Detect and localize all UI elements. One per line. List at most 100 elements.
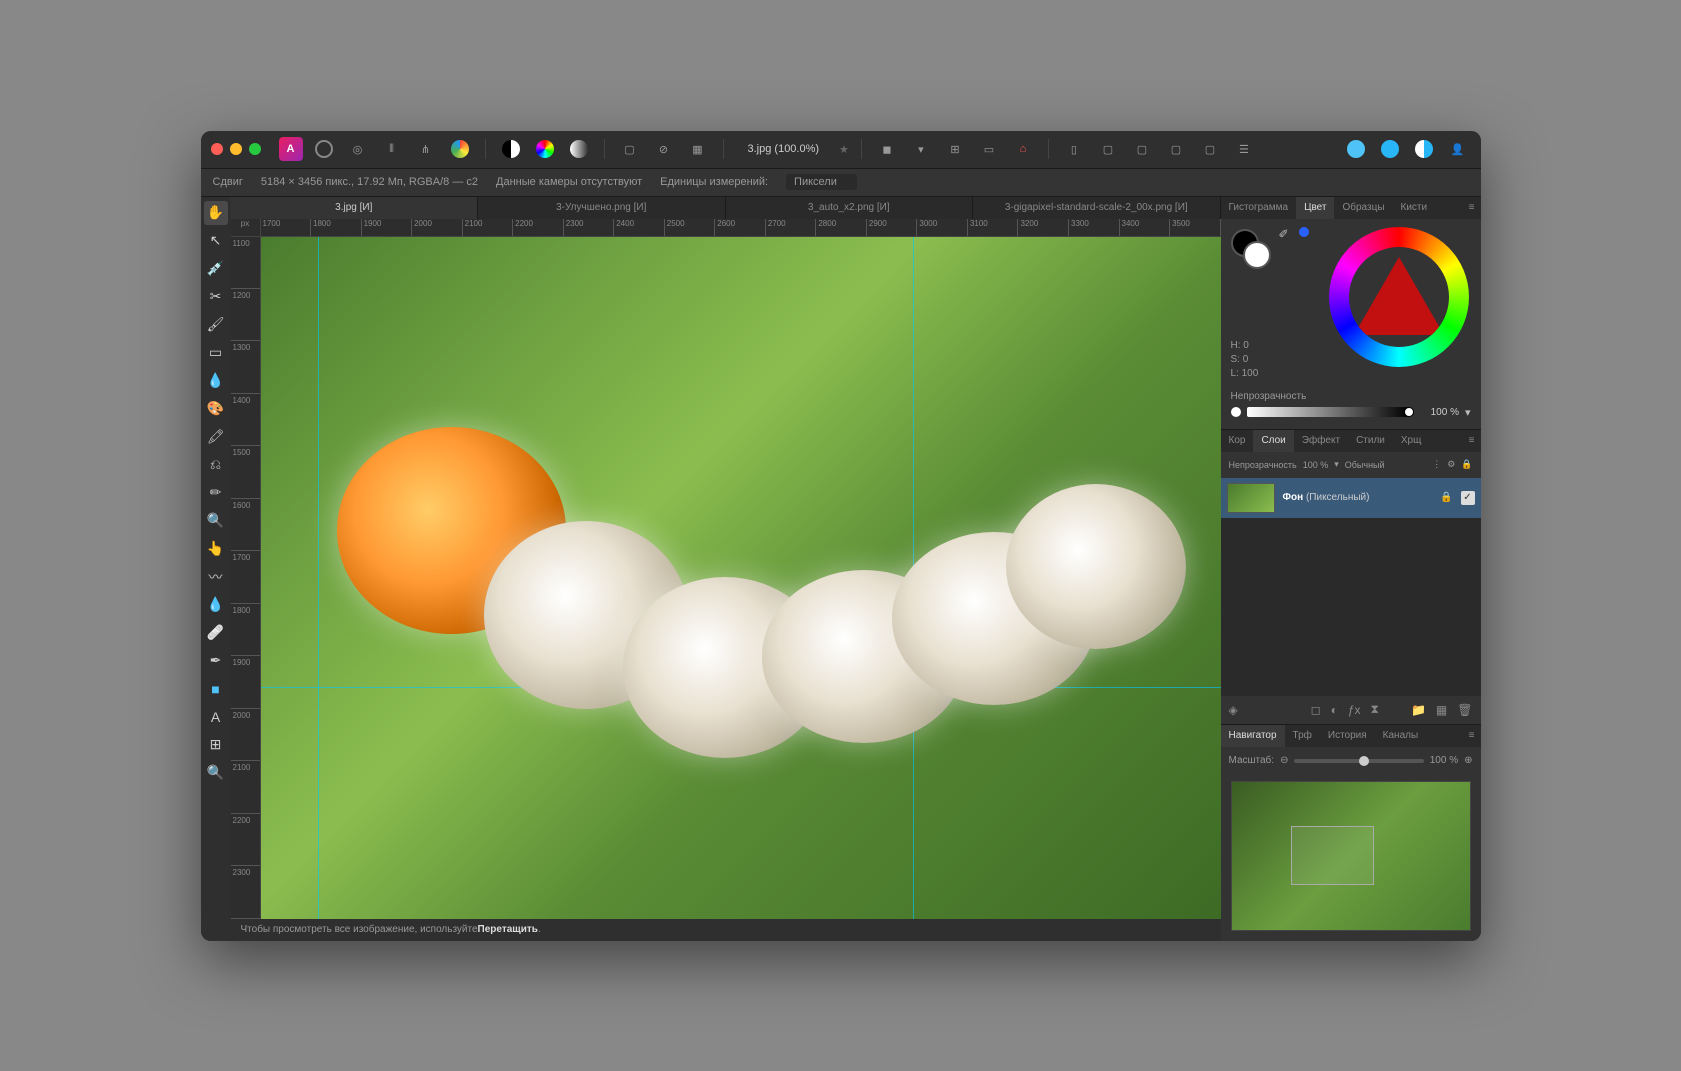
minimize-window-button[interactable] [230, 143, 242, 155]
maximize-window-button[interactable] [249, 143, 261, 155]
arrange-front-icon[interactable]: ▢ [1197, 136, 1223, 162]
tab-channels[interactable]: Каналы [1375, 725, 1427, 747]
panel-menu-icon[interactable]: ≡ [1469, 730, 1475, 741]
zoom-out-button[interactable]: ⊖ [1280, 755, 1288, 766]
adjustment-icon[interactable]: ◐ [1331, 703, 1338, 717]
zoom-tool[interactable]: 🔍 [204, 509, 228, 533]
foreground-color-swatch[interactable] [1243, 241, 1271, 269]
persona-photo-button[interactable] [311, 136, 337, 162]
delete-layer-icon[interactable]: 🗑 [1457, 703, 1472, 717]
quick-mask-toggle[interactable]: ◼ [874, 136, 900, 162]
text-tool[interactable]: A [204, 705, 228, 729]
arrange-forward-icon[interactable]: ▢ [1163, 136, 1189, 162]
document-tab[interactable]: 3.jpg [И] [231, 197, 479, 219]
lock-icon[interactable]: 🔒 [1461, 459, 1472, 470]
clone-brush-tool[interactable]: ⎌ [204, 453, 228, 477]
color-wheel[interactable] [1329, 227, 1469, 367]
panel-menu-icon[interactable]: ≡ [1469, 435, 1475, 446]
vertical-ruler[interactable]: 1100120013001400150016001700180019002000… [231, 237, 261, 919]
layer-name[interactable]: Фон (Пиксельный) [1283, 492, 1370, 503]
tab-navigator[interactable]: Навигатор [1221, 725, 1285, 747]
canvas[interactable] [261, 237, 1221, 919]
layer-blend-icon[interactable]: ◈ [1229, 703, 1238, 717]
eyedropper-icon[interactable]: ✐ [1279, 227, 1289, 241]
arrange-backward-icon[interactable]: ▢ [1129, 136, 1155, 162]
magnet-icon[interactable]: ⌂ [1010, 136, 1036, 162]
gradient-icon[interactable] [566, 136, 592, 162]
magnifier-tool[interactable]: 🔍 [204, 761, 228, 785]
account-icon[interactable] [1411, 136, 1437, 162]
navigator-thumbnail[interactable] [1231, 781, 1471, 931]
add-pixel-layer-icon[interactable]: ▦ [1436, 703, 1447, 717]
tab-transform[interactable]: Трф [1285, 725, 1320, 747]
paint-brush-tool[interactable]: 🎨 [204, 397, 228, 421]
persona-develop-button[interactable]: ⦀ [379, 136, 405, 162]
opacity-slider[interactable] [1247, 407, 1409, 417]
selection-icon[interactable]: ▢ [617, 136, 643, 162]
document-tab[interactable]: 3-Улучшено.png [И] [478, 197, 726, 219]
flood-select-tool[interactable]: 💧 [204, 369, 228, 393]
tab-effects[interactable]: Эффект [1294, 430, 1348, 452]
opacity-dropdown-icon[interactable]: ▾ [1465, 406, 1471, 419]
contrast-icon[interactable] [498, 136, 524, 162]
tab-layers[interactable]: Слои [1253, 430, 1293, 452]
grid-icon[interactable]: ⊞ [942, 136, 968, 162]
tab-history[interactable]: История [1320, 725, 1375, 747]
blend-options-icon[interactable]: ⋮ [1432, 459, 1441, 470]
units-select[interactable]: Пиксели [786, 174, 857, 190]
rectangle-tool[interactable]: ■ [204, 677, 228, 701]
layer-lock-icon[interactable]: 🔒 [1440, 492, 1452, 503]
assistant-icon[interactable] [1343, 136, 1369, 162]
mask-icon[interactable]: ◻ [1311, 703, 1321, 717]
persona-tonemap-button[interactable]: ⋔ [413, 136, 439, 162]
arrange-back-icon[interactable]: ▢ [1095, 136, 1121, 162]
no-selection-icon[interactable]: ⊘ [651, 136, 677, 162]
live-filter-icon[interactable]: ⧗ [1371, 702, 1379, 717]
tab-styles[interactable]: Стили [1348, 430, 1393, 452]
dropdown-icon[interactable]: ▾ [1334, 459, 1339, 470]
smudge-tool[interactable]: 〰 [204, 565, 228, 589]
navigator-viewport-rect[interactable] [1291, 826, 1374, 885]
tab-channels-short[interactable]: Кор [1221, 430, 1254, 452]
opacity-value[interactable]: 100 % [1415, 407, 1459, 418]
view-tool[interactable]: ✋ [204, 201, 228, 225]
snapping-icon[interactable]: ▭ [976, 136, 1002, 162]
dodge-tool[interactable]: ✏ [204, 481, 228, 505]
layer-thumbnail[interactable] [1227, 483, 1275, 513]
mesh-warp-tool[interactable]: ⊞ [204, 733, 228, 757]
document-tab[interactable]: 3_auto_x2.png [И] [726, 197, 974, 219]
close-window-button[interactable] [211, 143, 223, 155]
burn-tool[interactable]: 👆 [204, 537, 228, 561]
crop-tool[interactable]: ✂ [204, 285, 228, 309]
selection-brush-tool[interactable]: 🖌 [204, 313, 228, 337]
tab-color[interactable]: Цвет [1296, 197, 1334, 219]
healing-tool[interactable]: 🩹 [204, 621, 228, 645]
tab-histogram[interactable]: Гистограмма [1221, 197, 1297, 219]
color-picker-tool[interactable]: 💉 [204, 257, 228, 281]
layer-row[interactable]: Фон (Пиксельный) 🔒 ✓ [1221, 478, 1481, 518]
layer-visibility-checkbox[interactable]: ✓ [1461, 491, 1475, 505]
color-wheel-icon[interactable] [532, 136, 558, 162]
erase-brush-tool[interactable]: 🖍 [204, 425, 228, 449]
blur-tool[interactable]: 💧 [204, 593, 228, 617]
horizontal-ruler[interactable]: px 1700180019002000210022002300240025002… [231, 219, 1221, 237]
group-icon[interactable]: 📁 [1411, 703, 1426, 717]
panel-menu-icon[interactable]: ≡ [1469, 202, 1475, 213]
help-icon[interactable] [1377, 136, 1403, 162]
layer-opacity-value[interactable]: 100 % [1303, 460, 1329, 470]
quick-mask-icon[interactable]: ▦ [685, 136, 711, 162]
tab-swatches[interactable]: Образцы [1334, 197, 1392, 219]
tab-brushes[interactable]: Кисти [1393, 197, 1436, 219]
sampled-color-swatch[interactable] [1299, 227, 1309, 237]
dropdown-icon[interactable]: ▾ [908, 136, 934, 162]
fx-icon[interactable]: ƒx [1348, 703, 1361, 717]
favorite-star-icon[interactable]: ★ [839, 143, 849, 156]
persona-liquify-button[interactable]: ◎ [345, 136, 371, 162]
move-tool[interactable]: ↖ [204, 229, 228, 253]
gear-icon[interactable]: ⚙ [1447, 459, 1455, 470]
tab-stock[interactable]: Хрщ [1393, 430, 1429, 452]
align-icon[interactable]: ▯ [1061, 136, 1087, 162]
blend-mode-select[interactable]: Обычный [1345, 460, 1426, 470]
document-tab[interactable]: 3-gigapixel-standard-scale-2_00x.png [И] [973, 197, 1221, 219]
persona-export-button[interactable] [447, 136, 473, 162]
